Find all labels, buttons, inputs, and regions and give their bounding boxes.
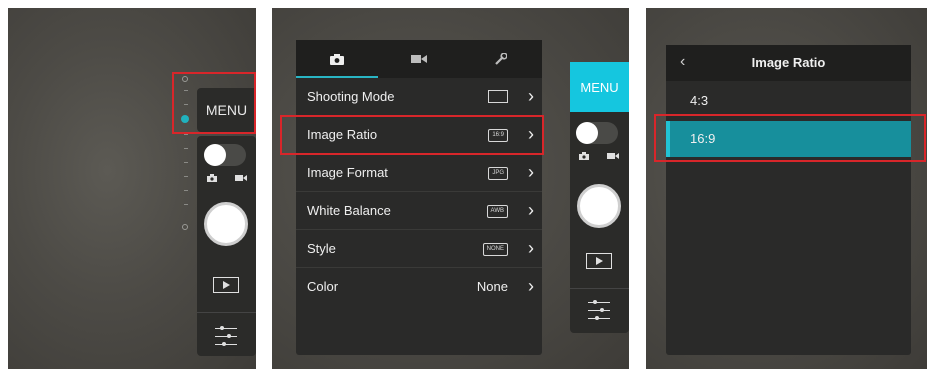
menu-row-shooting-mode[interactable]: Shooting Mode ›: [296, 78, 542, 116]
playback-button[interactable]: [213, 277, 239, 293]
option-label: 4:3: [690, 93, 709, 108]
highlight-box-16-9: [654, 114, 926, 162]
ruler-tick: [184, 176, 188, 177]
photo-video-toggle[interactable]: [576, 122, 618, 144]
settings-sliders-icon[interactable]: [588, 300, 610, 322]
chevron-right-icon: ›: [528, 238, 534, 258]
tab-tools[interactable]: [460, 40, 542, 78]
menu-row-image-format[interactable]: Image Format JPG ›: [296, 154, 542, 192]
value-badge: JPG: [488, 167, 508, 180]
row-label: Color: [307, 279, 339, 294]
row-label: Style: [307, 241, 336, 256]
photo-camera-icon: [579, 152, 589, 160]
row-value: None: [476, 279, 508, 294]
playback-button[interactable]: [586, 253, 612, 269]
ruler-bottom-dot: [182, 224, 188, 230]
single-shot-rect-icon: [488, 90, 508, 103]
chevron-right-icon: ›: [528, 162, 534, 182]
photo-video-toggle[interactable]: [204, 144, 246, 166]
ruler-tick: [184, 204, 188, 205]
camera-control-bar: [197, 136, 256, 356]
camera-view-panel-1: MENU: [8, 8, 256, 369]
submenu-header: ‹ Image Ratio: [666, 45, 911, 81]
shutter-button[interactable]: [577, 184, 621, 228]
submenu-title: Image Ratio: [751, 55, 826, 70]
photo-camera-icon: [330, 53, 344, 65]
value-badge: NONE: [482, 243, 508, 256]
divider: [197, 312, 256, 313]
tab-video[interactable]: [378, 40, 460, 78]
highlight-box-image-ratio: [280, 115, 544, 155]
row-label: Image Format: [307, 165, 388, 180]
menu-button-active[interactable]: MENU: [570, 62, 629, 112]
camera-view-panel-2: Shooting Mode › Image Ratio 16:9 › Image…: [272, 8, 629, 369]
ruler-tick: [184, 190, 188, 191]
video-camera-icon: [235, 175, 247, 181]
camera-view-panel-3: ‹ Image Ratio 4:3 16:9: [646, 8, 927, 369]
settings-menu: Shooting Mode › Image Ratio 16:9 › Image…: [296, 40, 542, 355]
photo-camera-icon: [207, 174, 217, 182]
video-camera-icon: [411, 55, 427, 63]
toggle-knob: [204, 144, 226, 166]
ruler-tick: [184, 134, 188, 135]
value-badge: AWB: [486, 205, 508, 218]
wrench-icon: [495, 53, 507, 65]
ruler-tick: [184, 148, 188, 149]
tab-photo[interactable]: [296, 40, 378, 78]
divider: [570, 288, 629, 289]
row-label: White Balance: [307, 203, 391, 218]
menu-row-white-balance[interactable]: White Balance AWB ›: [296, 192, 542, 230]
image-ratio-submenu: ‹ Image Ratio 4:3 16:9: [666, 45, 911, 355]
toggle-knob: [576, 122, 598, 144]
shutter-button[interactable]: [204, 202, 248, 246]
chevron-right-icon: ›: [528, 86, 534, 106]
menu-row-style[interactable]: Style NONE ›: [296, 230, 542, 268]
highlight-box-menu: [172, 72, 256, 134]
chevron-right-icon: ›: [528, 200, 534, 220]
ruler-tick: [184, 162, 188, 163]
settings-sliders-icon[interactable]: [215, 326, 237, 348]
video-camera-icon: [607, 153, 619, 159]
row-label: Shooting Mode: [307, 89, 395, 104]
chevron-right-icon: ›: [528, 276, 534, 296]
camera-control-bar: [570, 112, 629, 333]
menu-row-color[interactable]: Color None ›: [296, 268, 542, 306]
settings-tab-bar: [296, 40, 542, 78]
